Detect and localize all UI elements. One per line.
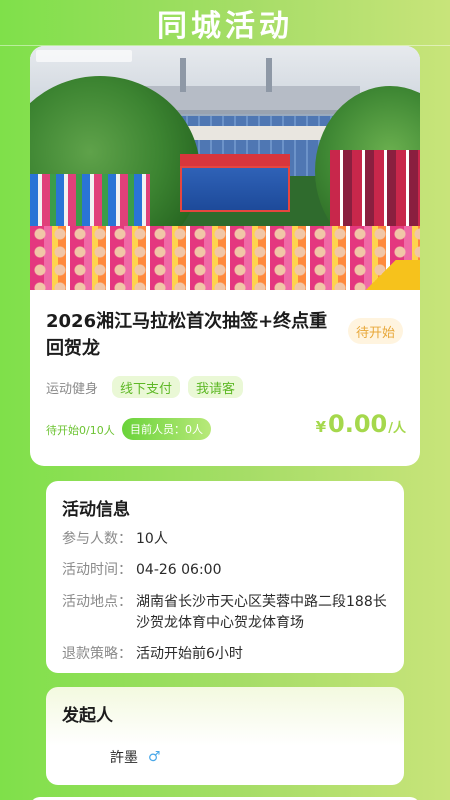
status-badge: 待开始 (348, 318, 404, 344)
male-icon: ♂ (148, 749, 161, 765)
info-label: 参与人数： (62, 531, 132, 547)
info-row-time: 活动时间： 04-26 06:00 (62, 560, 388, 581)
event-hero-image (30, 46, 420, 290)
category-label: 运动健身 (46, 381, 99, 397)
info-value: 10人 (136, 531, 168, 547)
activity-info-title: 活动信息 (62, 500, 130, 520)
category-row: 运动健身 线下支付 我请客 (46, 376, 251, 398)
price-value: 0.00 (328, 410, 388, 438)
organizer-profile[interactable]: 許墨 ♂ (110, 747, 161, 767)
info-row-participants: 参与人数： 10人 (62, 529, 388, 550)
tag-payment: 线下支付 (112, 376, 181, 398)
organizer-title: 发起人 (62, 706, 113, 726)
activity-info-card: 活动信息 参与人数： 10人 活动时间： 04-26 06:00 活动地点： 湖… (46, 481, 404, 673)
top-bar: 同城活动 (0, 0, 450, 46)
info-value: 04-26 06:00 (136, 562, 222, 578)
info-value-location[interactable]: 湖南省长沙市天心区芙蓉中路二段188长沙贺龙体育中心贺龙体育场 (136, 592, 388, 634)
info-label: 活动时间： (62, 562, 132, 578)
signup-progress: 待开始0/10人 (46, 424, 115, 437)
price: ¥ 0.00 /人 (316, 410, 406, 438)
event-logo (36, 50, 132, 62)
event-card[interactable]: 2026湘江马拉松首次抽签+终点重回贺龙 待开始 运动健身 线下支付 我请客 待… (30, 46, 420, 466)
organizer-card: 发起人 許墨 ♂ (46, 687, 404, 785)
info-row-location: 活动地点： 湖南省长沙市天心区芙蓉中路二段188长沙贺龙体育中心贺龙体育场 (62, 592, 388, 634)
event-title: 2026湘江马拉松首次抽签+终点重回贺龙 (46, 311, 328, 359)
info-label: 活动地点： (62, 594, 132, 610)
organizer-name: 許墨 (110, 750, 138, 766)
tag-treat: 我请客 (188, 376, 244, 398)
info-label: 退款策略： (62, 646, 132, 662)
start-gate (180, 166, 290, 212)
page-title: 同城活动 (157, 8, 293, 44)
info-value: 活动开始前6小时 (136, 646, 243, 662)
price-currency: ¥ (315, 418, 327, 436)
people-count-badge: 目前人员：0人 (122, 418, 211, 440)
price-unit: /人 (388, 421, 406, 436)
info-row-refund: 退款策略： 活动开始前6小时 (62, 644, 388, 665)
